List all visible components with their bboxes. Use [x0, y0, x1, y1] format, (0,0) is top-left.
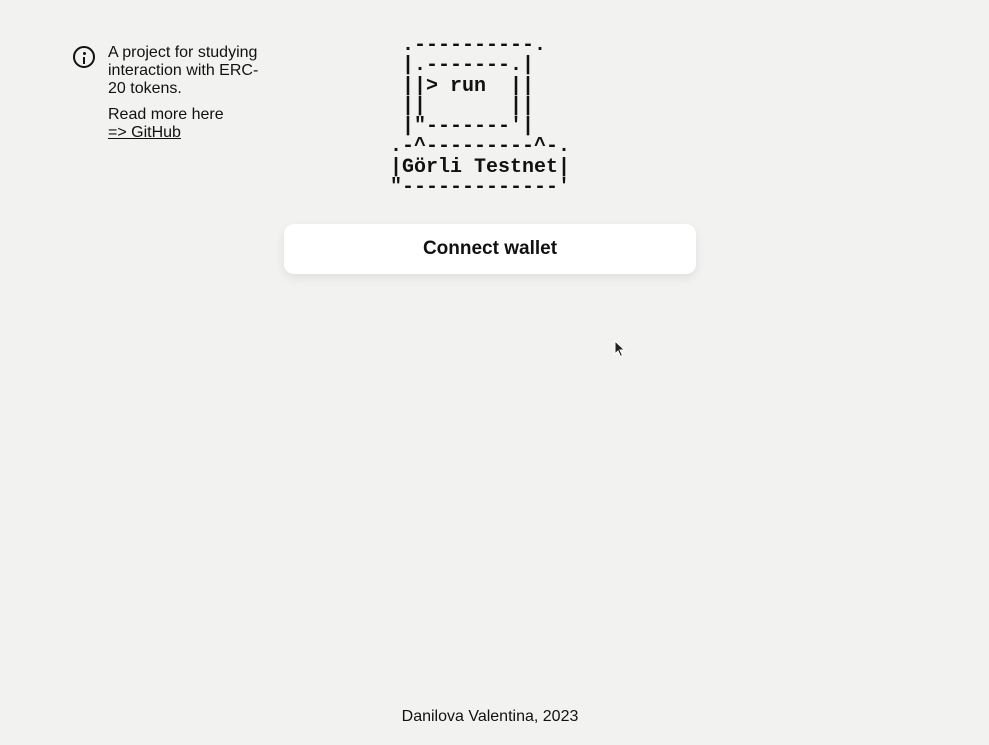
page: A project for studying interaction with …	[0, 0, 989, 745]
connect-wallet-button[interactable]: Connect wallet	[284, 224, 696, 274]
github-link[interactable]: => GitHub	[108, 124, 268, 142]
read-more-label: Read more here	[108, 106, 224, 123]
mouse-cursor-icon	[614, 340, 626, 358]
info-icon	[73, 46, 95, 68]
footer-credit: Danilova Valentina, 2023	[401, 708, 579, 725]
read-more-text: Read more here => GitHub	[108, 106, 268, 142]
info-text: A project for studying interaction with …	[108, 44, 268, 142]
project-description: A project for studying interaction with …	[108, 44, 259, 97]
ascii-terminal-logo: .----------. |.-------.| ||> run || || |…	[390, 34, 571, 200]
